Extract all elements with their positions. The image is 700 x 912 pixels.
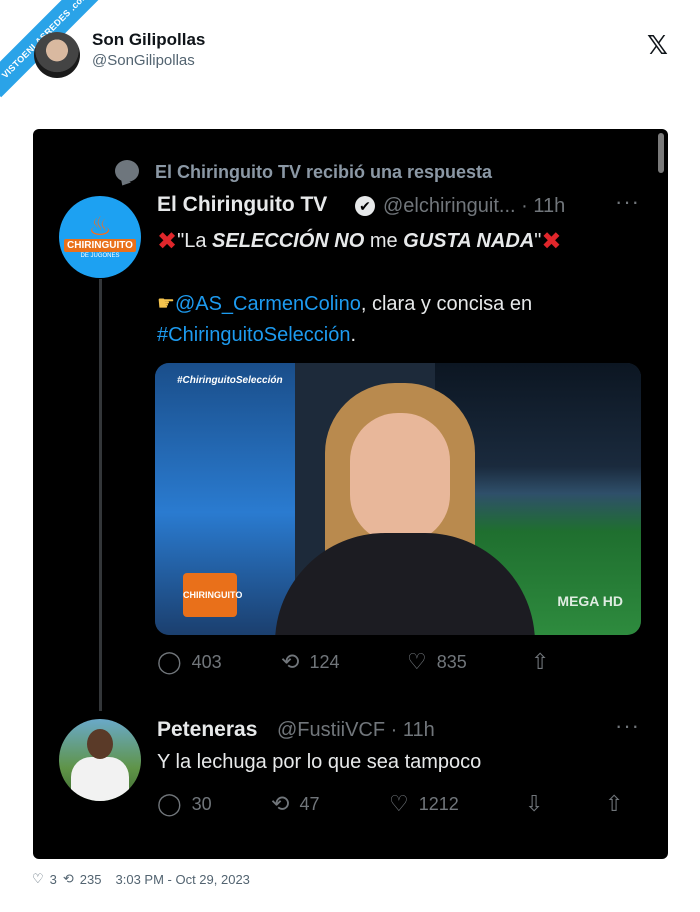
- tweet-quote-line: ✖"La SELECCIÓN NO me GUSTA NADA"✖: [157, 227, 562, 256]
- retweet-icon[interactable]: ⟲: [63, 871, 74, 887]
- reply-text: Y la lechuga por lo que sea tampoco: [157, 751, 482, 773]
- chiringuito-avatar[interactable]: ♨ CHIRINGUITO DE JUGONES: [59, 196, 141, 278]
- quote-text: me: [364, 230, 404, 252]
- face-shape: [350, 413, 450, 543]
- post-footer: ♡ 3 ⟲ 235 3:03 PM - Oct 29, 2023: [32, 871, 250, 887]
- quote-emphasis: SELECCIÓN NO: [212, 230, 365, 252]
- retweet-button[interactable]: ⟲ 47: [271, 791, 319, 817]
- thread-connector: [99, 279, 102, 711]
- tweet-author-handle[interactable]: @elchiringuit... · 11h: [383, 195, 565, 218]
- hashtag-link[interactable]: #ChiringuitoSelección: [157, 324, 350, 346]
- head-shape: [87, 729, 113, 759]
- channel-logo: MEGA HD: [557, 593, 623, 609]
- post-timestamp[interactable]: 3:03 PM - Oct 29, 2023: [116, 872, 250, 887]
- like-count: 1212: [418, 793, 459, 814]
- reply-author-handle[interactable]: @FustiiVCF · 11h: [277, 719, 435, 742]
- author-avatar[interactable]: [34, 32, 80, 78]
- heart-icon[interactable]: ♡: [32, 871, 44, 887]
- like-button[interactable]: ♡ 1212: [389, 791, 459, 817]
- footer-retweet-count: 235: [79, 871, 102, 887]
- tweet-body: ☛@AS_CarmenColino, clara y concisa en #C…: [157, 289, 637, 351]
- heart-icon: ♡: [407, 649, 427, 674]
- scrollbar[interactable]: [658, 133, 664, 173]
- share-button[interactable]: ⇧: [531, 649, 549, 675]
- tweet-actions: ◯ 403 ⟲ 124 ♡ 835 ⇧: [157, 649, 637, 679]
- more-options-icon[interactable]: ···: [615, 189, 640, 215]
- reply-context-label: El Chiringuito TV recibió una respuesta: [155, 162, 493, 182]
- reply-button[interactable]: ◯ 30: [157, 791, 212, 817]
- red-x-icon: ✖: [157, 228, 178, 255]
- quote-emphasis: GUSTA NADA: [403, 230, 535, 252]
- quote-text: "La: [177, 230, 213, 252]
- bookmark-button[interactable]: ⇩: [525, 791, 543, 817]
- like-count: 835: [436, 651, 467, 672]
- reply-icon: ◯: [157, 791, 182, 816]
- retweet-icon: ⟲: [281, 649, 300, 674]
- reply-count: 30: [191, 793, 212, 814]
- body-shape: [275, 533, 535, 635]
- mention-link[interactable]: @AS_CarmenColino: [175, 293, 361, 315]
- red-x-icon: ✖: [541, 228, 562, 255]
- avatar-logo-text: CHIRINGUITO: [64, 239, 136, 252]
- chiringuito-logo: CHIRINGUITO: [183, 573, 242, 617]
- share-icon: ⇧: [605, 791, 624, 816]
- share-button[interactable]: ⇧: [605, 791, 623, 817]
- avatar-logo-sub: DE JUGONES: [80, 253, 120, 259]
- reply-button[interactable]: ◯ 403: [157, 649, 222, 675]
- author-name[interactable]: Son Gilipollas: [92, 30, 205, 50]
- reply-context-icon: [115, 160, 139, 182]
- shirt-shape: [71, 757, 129, 801]
- heart-icon: ♡: [389, 791, 409, 816]
- x-logo-icon[interactable]: 𝕏: [647, 30, 668, 61]
- reply-actions: ◯ 30 ⟲ 47 ♡ 1212 ⇩ ⇧: [157, 791, 637, 821]
- presenter-figure: [255, 383, 535, 635]
- pointing-hand-icon: ☛: [157, 293, 175, 315]
- footer-like-count: 3: [49, 871, 57, 887]
- flame-icon: ♨: [88, 211, 112, 241]
- retweet-icon: ⟲: [271, 791, 290, 816]
- reply-count: 403: [191, 651, 222, 672]
- tweet-author-name[interactable]: El Chiringuito TV: [157, 193, 327, 217]
- author-handle[interactable]: @SonGilipollas: [92, 52, 195, 69]
- video-hashtag-overlay: #ChiringuitoSelección: [177, 375, 283, 386]
- tweet-body-text: .: [350, 324, 357, 346]
- share-icon: ⇧: [531, 649, 550, 674]
- reply-author-name[interactable]: Peteneras: [157, 718, 257, 742]
- retweet-count: 124: [309, 651, 340, 672]
- more-options-icon[interactable]: ···: [615, 713, 640, 739]
- embedded-screenshot: El Chiringuito TV recibió una respuesta …: [33, 129, 668, 859]
- verified-badge-icon: ✔: [355, 196, 375, 216]
- tweet-video-thumbnail[interactable]: #ChiringuitoSelección CHIRINGUITO MEGA H…: [155, 363, 641, 635]
- peteneras-avatar[interactable]: [59, 719, 141, 801]
- retweet-button[interactable]: ⟲ 124: [281, 649, 339, 675]
- reply-icon: ◯: [157, 649, 182, 674]
- tweet-body-text: , clara y concisa en: [360, 293, 533, 315]
- download-icon: ⇩: [525, 791, 544, 816]
- retweet-count: 47: [299, 793, 320, 814]
- like-button[interactable]: ♡ 835: [407, 649, 467, 675]
